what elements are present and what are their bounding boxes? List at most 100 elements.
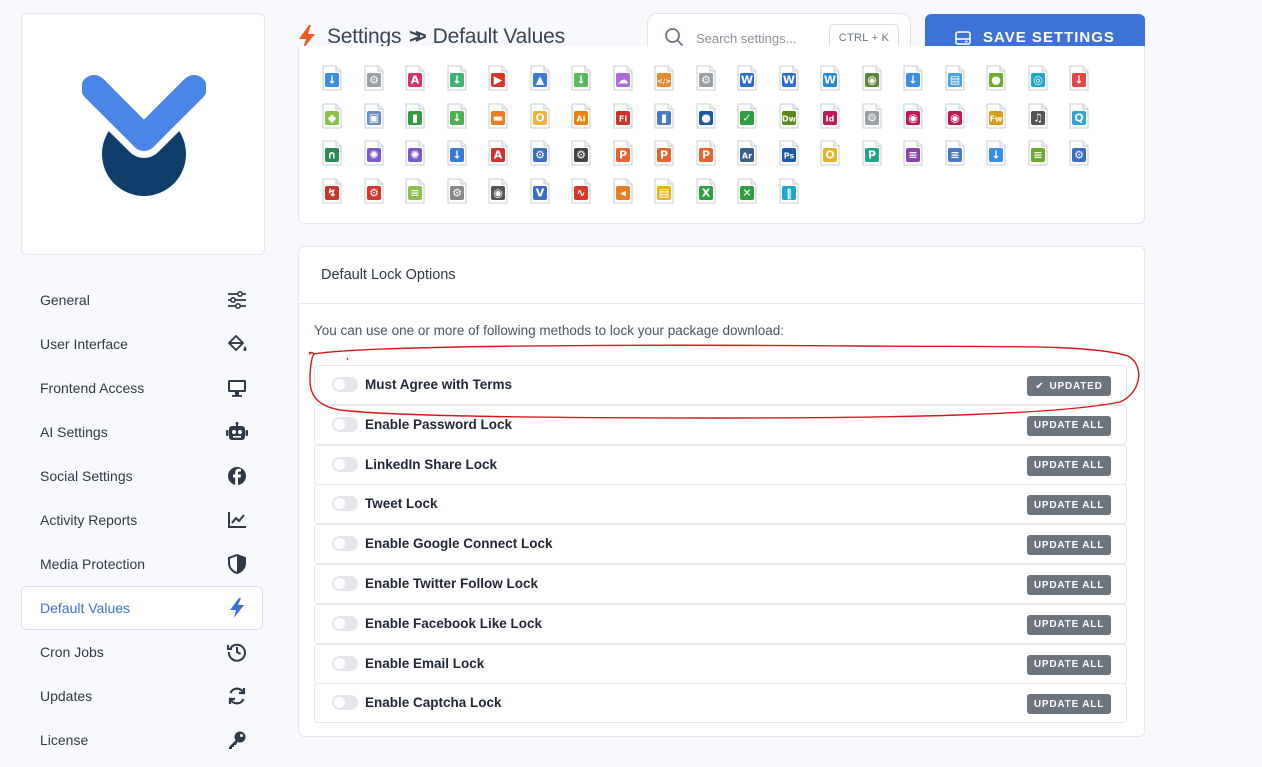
eye-file-icon[interactable]: ◉: [486, 178, 510, 204]
update-all-button[interactable]: UPDATE ALL: [1027, 495, 1111, 516]
headphones-icon[interactable]: ∩: [320, 140, 344, 166]
visio-icon[interactable]: V: [528, 178, 552, 204]
red-flame-icon[interactable]: ↯: [320, 178, 344, 204]
yellow-ring-icon[interactable]: O: [528, 103, 552, 129]
contact-file-icon[interactable]: ↓: [984, 140, 1008, 166]
lifebuoy-alt-icon[interactable]: ✺: [403, 140, 427, 166]
sidebar-item-user-interface[interactable]: User Interface: [21, 322, 263, 366]
sidebar-item-license[interactable]: License: [21, 718, 263, 762]
blue-gears-icon[interactable]: ⚙: [528, 140, 552, 166]
sidebar-item-media-protection[interactable]: Media Protection: [21, 542, 263, 586]
down-arrow-file-icon[interactable]: ↓: [901, 65, 925, 91]
lock-toggle[interactable]: [332, 416, 358, 432]
update-all-button[interactable]: UPDATE ALL: [1027, 415, 1111, 436]
blue-book-icon[interactable]: ▮: [652, 103, 676, 129]
yellow-bars-icon[interactable]: ▤: [652, 178, 676, 204]
publisher-icon[interactable]: P: [860, 140, 884, 166]
sidebar-item-social-settings[interactable]: Social Settings: [21, 454, 263, 498]
pdf-icon[interactable]: A: [486, 140, 510, 166]
svg-text:Ai: Ai: [577, 114, 586, 123]
dreamweaver-icon[interactable]: Dw: [777, 103, 801, 129]
zipper-icon[interactable]: ‖: [777, 178, 801, 204]
orange-folder-icon[interactable]: ▬: [486, 103, 510, 129]
lock-toggle[interactable]: [332, 536, 358, 552]
illustrator-icon[interactable]: Ai: [569, 103, 593, 129]
blue-gear-alt-icon[interactable]: ⚙: [1067, 140, 1091, 166]
audition-icon[interactable]: Ar: [735, 140, 759, 166]
blue-photo-icon[interactable]: ●: [694, 103, 718, 129]
powerpoint-icon[interactable]: P: [611, 140, 635, 166]
sidebar-item-default-values[interactable]: Default Values: [21, 586, 263, 630]
camera-alt-icon[interactable]: ◉: [943, 103, 967, 129]
archive-file-icon[interactable]: ▤: [943, 65, 967, 91]
check-file-icon[interactable]: ✓: [735, 103, 759, 129]
database-icon[interactable]: ◉: [860, 65, 884, 91]
code-file-icon[interactable]: </>: [652, 65, 676, 91]
updated-button[interactable]: ✔ UPDATED: [1027, 376, 1111, 396]
lock-toggle[interactable]: [332, 615, 358, 631]
word-doc-icon[interactable]: W: [777, 65, 801, 91]
red-download-icon[interactable]: ↓: [1067, 65, 1091, 91]
installer-file-icon[interactable]: ▣: [362, 103, 386, 129]
sidebar-item-cron-jobs[interactable]: Cron Jobs: [21, 630, 263, 674]
music-file-icon[interactable]: ♫: [1026, 103, 1050, 129]
android-icon[interactable]: ◆: [320, 103, 344, 129]
green-lines-icon[interactable]: ≡: [1026, 140, 1050, 166]
word-icon[interactable]: W: [818, 65, 842, 91]
powerpoint-alt-icon[interactable]: P: [652, 140, 676, 166]
gear-file-icon[interactable]: ⚙: [694, 65, 718, 91]
camera-file-icon[interactable]: ◉: [901, 103, 925, 129]
pdf-download-icon[interactable]: ↓: [445, 140, 469, 166]
outlook-icon[interactable]: O: [818, 140, 842, 166]
lock-toggle[interactable]: [332, 496, 358, 512]
word-file-icon[interactable]: W: [735, 65, 759, 91]
update-all-button[interactable]: UPDATE ALL: [1027, 535, 1111, 556]
sidebar-item-general[interactable]: General: [21, 278, 263, 322]
red-gear-icon[interactable]: ⚙: [362, 178, 386, 204]
flash-file-icon[interactable]: Fl: [611, 103, 635, 129]
lock-toggle[interactable]: [332, 576, 358, 591]
lock-option-label: Enable Twitter Follow Lock: [365, 576, 539, 591]
lifebuoy-icon[interactable]: ✺: [362, 140, 386, 166]
sidebar-item-frontend-access[interactable]: Frontend Access: [21, 366, 263, 410]
update-all-button[interactable]: UPDATE ALL: [1027, 614, 1111, 635]
image-file-icon[interactable]: ▲: [528, 65, 552, 91]
download-file-icon[interactable]: ↓: [320, 65, 344, 91]
fireworks-icon[interactable]: Fw: [984, 103, 1008, 129]
waveform-icon[interactable]: ∿: [569, 178, 593, 204]
green-book-icon[interactable]: ▮: [403, 103, 427, 129]
purple-list-icon[interactable]: ≡: [901, 140, 925, 166]
update-all-button[interactable]: UPDATE ALL: [1027, 654, 1111, 675]
indesign-icon[interactable]: Id: [818, 103, 842, 129]
audio-file-icon[interactable]: ◂: [611, 178, 635, 204]
sidebar-item-updates[interactable]: Updates: [21, 674, 263, 718]
cloud-file-icon[interactable]: ☁: [611, 65, 635, 91]
lock-toggle[interactable]: [332, 695, 358, 711]
red-p-icon[interactable]: P: [694, 140, 718, 166]
text-file-icon[interactable]: A: [403, 65, 427, 91]
green-text-icon[interactable]: ≡: [403, 178, 427, 204]
sidebar-item-ai-settings[interactable]: AI Settings: [21, 410, 263, 454]
lock-toggle[interactable]: [332, 456, 358, 472]
update-all-button[interactable]: UPDATE ALL: [1027, 694, 1111, 715]
green-badge-icon[interactable]: ●: [984, 65, 1008, 91]
photoshop-icon[interactable]: Ps: [777, 140, 801, 166]
lock-toggle[interactable]: [332, 655, 358, 671]
dark-gear-icon[interactable]: ⚙: [569, 140, 593, 166]
sidebar-item-activity-reports[interactable]: Activity Reports: [21, 498, 263, 542]
quicktime-icon[interactable]: Q: [1067, 103, 1091, 129]
update-all-button[interactable]: UPDATE ALL: [1027, 455, 1111, 476]
import-file-icon[interactable]: ↓: [445, 65, 469, 91]
text-lines-icon[interactable]: ≡: [943, 140, 967, 166]
excel-icon[interactable]: X: [694, 178, 718, 204]
teal-disc-icon[interactable]: ◎: [1026, 65, 1050, 91]
gray-gear-icon[interactable]: ⚙: [445, 178, 469, 204]
video-file-icon[interactable]: ▶: [486, 65, 510, 91]
update-all-button[interactable]: UPDATE ALL: [1027, 575, 1111, 595]
green-x-icon[interactable]: ✕: [735, 178, 759, 204]
settings-file-icon[interactable]: ⚙: [362, 65, 386, 91]
green-download-icon[interactable]: ↓: [569, 65, 593, 91]
install-icon[interactable]: ↓: [445, 103, 469, 129]
lock-toggle[interactable]: [332, 377, 358, 392]
gear-gray-icon[interactable]: ⚙: [860, 103, 884, 129]
